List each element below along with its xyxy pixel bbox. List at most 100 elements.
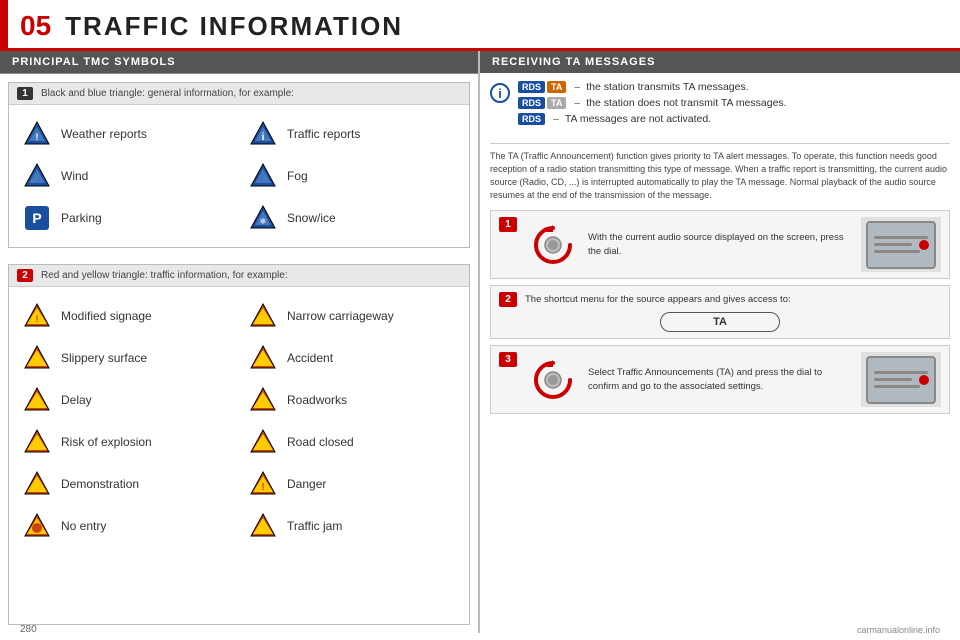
symbol-narrow-carriageway: Narrow carriageway	[239, 295, 465, 337]
svg-text:❄: ❄	[260, 217, 267, 226]
narrow-carriageway-label: Narrow carriageway	[287, 309, 394, 323]
step1-text: With the current audio source displayed …	[588, 231, 853, 258]
knob-svg-3	[532, 359, 574, 401]
symbol-danger: ! Danger	[239, 463, 465, 505]
symbol-demonstration: Demonstration	[13, 463, 239, 505]
symbol-traffic-reports: i Traffic reports	[239, 113, 465, 155]
parking-p: P	[25, 206, 49, 230]
step2-text: The shortcut menu for the source appears…	[525, 294, 791, 305]
narrow-carriageway-icon	[247, 300, 279, 332]
demonstration-icon	[21, 468, 53, 500]
step3-row: 3 Select Traffic Announcements (TA) and …	[490, 345, 950, 414]
step3-screen	[861, 352, 941, 407]
roadworks-label: Roadworks	[287, 393, 347, 407]
box2-label: 2 Red and yellow triangle: traffic infor…	[9, 265, 469, 287]
danger-svg: !	[248, 469, 278, 499]
knob-svg-1	[532, 224, 574, 266]
ta-badge-1: TA	[547, 81, 566, 93]
step2-row: 2 The shortcut menu for the source appea…	[490, 285, 950, 339]
step3-knob-area	[525, 359, 580, 401]
left-panel: PRINCIPAL TMC SYMBOLS 1 Black and blue t…	[0, 51, 480, 633]
symbol-snowice: ❄ Snow/ice	[239, 197, 465, 239]
roadworks-svg	[248, 385, 278, 415]
snowice-label: Snow/ice	[287, 211, 336, 225]
rds-table: RDS TA – the station transmits TA messag…	[518, 81, 787, 129]
symbol-slippery-surface: Slippery surface	[13, 337, 239, 379]
traffic-icon: i	[247, 118, 279, 150]
traffic-jam-label: Traffic jam	[287, 519, 342, 533]
rds-badge-2: RDS	[518, 97, 545, 109]
fog-icon	[247, 160, 279, 192]
no-entry-label: No entry	[61, 519, 106, 533]
step2-desc: 2 The shortcut menu for the source appea…	[499, 292, 941, 307]
step1-screen	[861, 217, 941, 272]
blue-triangle-svg: !	[22, 119, 52, 149]
modified-signage-label: Modified signage	[61, 309, 152, 323]
symbol-weather-reports: ! Weather reports	[13, 113, 239, 155]
symbol-accident: Accident	[239, 337, 465, 379]
symbol-delay: Delay	[13, 379, 239, 421]
wind-svg	[22, 161, 52, 191]
rds-section: i RDS TA – the station transmits TA mess…	[490, 81, 950, 137]
road-closed-label: Road closed	[287, 435, 354, 449]
wind-label: Wind	[61, 169, 88, 183]
fog-label: Fog	[287, 169, 308, 183]
delay-svg	[22, 385, 52, 415]
step1-knob-area	[525, 224, 580, 266]
svg-text:!: !	[261, 482, 264, 493]
danger-label: Danger	[287, 477, 326, 491]
ta-badge-2-inactive: TA	[547, 97, 566, 109]
no-entry-svg	[22, 511, 52, 541]
rds-badge-1: RDS	[518, 81, 545, 93]
symbol-fog: Fog	[239, 155, 465, 197]
logo: carmanualonline.info	[857, 625, 940, 635]
symbol-risk-explosion: Risk of explosion	[13, 421, 239, 463]
symbol-parking: P Parking	[13, 197, 239, 239]
rds-row-3: RDS – TA messages are not activated.	[518, 113, 787, 125]
rds-row-2-text: the station does not transmit TA message…	[586, 97, 786, 109]
fog-svg	[248, 161, 278, 191]
delay-label: Delay	[61, 393, 92, 407]
box2-number: 2	[17, 269, 33, 282]
traffic-jam-icon	[247, 510, 279, 542]
svg-text:!: !	[36, 132, 39, 142]
roadworks-icon	[247, 384, 279, 416]
svg-text:!: !	[36, 314, 39, 324]
delay-icon	[21, 384, 53, 416]
modified-signage-icon: !	[21, 300, 53, 332]
box1-number: 1	[17, 87, 33, 100]
modified-signage-svg: !	[22, 301, 52, 331]
right-panel: RECEIVING TA MESSAGES i RDS TA – the sta…	[480, 51, 960, 633]
traffic-reports-label: Traffic reports	[287, 127, 360, 141]
step3-text: Select Traffic Announcements (TA) and pr…	[588, 366, 853, 393]
weather-reports-label: Weather reports	[61, 127, 147, 141]
info-icon: i	[490, 83, 510, 103]
symbol-wind: Wind	[13, 155, 239, 197]
parking-icon: P	[21, 202, 53, 234]
symbol-modified-signage: ! Modified signage	[13, 295, 239, 337]
rds-badge-3: RDS	[518, 113, 545, 125]
rds-row-3-text: TA messages are not activated.	[565, 113, 711, 125]
ta-description: The TA (Traffic Announcement) function g…	[490, 143, 950, 202]
box1-description: Black and blue triangle: general informa…	[41, 88, 294, 99]
page-header: 05 TRAFFIC INFORMATION	[0, 0, 960, 51]
ta-pill: TA	[660, 312, 780, 332]
box2-description: Red and yellow triangle: traffic informa…	[41, 270, 288, 281]
rds-row-1: RDS TA – the station transmits TA messag…	[518, 81, 787, 93]
accident-label: Accident	[287, 351, 333, 365]
danger-icon: !	[247, 468, 279, 500]
road-closed-svg	[248, 427, 278, 457]
main-content: PRINCIPAL TMC SYMBOLS 1 Black and blue t…	[0, 51, 960, 633]
page-number: 280	[20, 624, 37, 635]
step3-number: 3	[499, 352, 517, 367]
slippery-svg	[22, 343, 52, 373]
wind-icon	[21, 160, 53, 192]
demonstration-svg	[22, 469, 52, 499]
parking-label: Parking	[61, 211, 102, 225]
road-closed-icon	[247, 426, 279, 458]
blue-triangle-excl-svg: i	[248, 119, 278, 149]
box2-grid: ! Modified signage Narrow carriageway	[9, 287, 469, 555]
box2: 2 Red and yellow triangle: traffic infor…	[8, 264, 470, 625]
red-accent-bar	[0, 0, 8, 48]
narrow-svg	[248, 301, 278, 331]
